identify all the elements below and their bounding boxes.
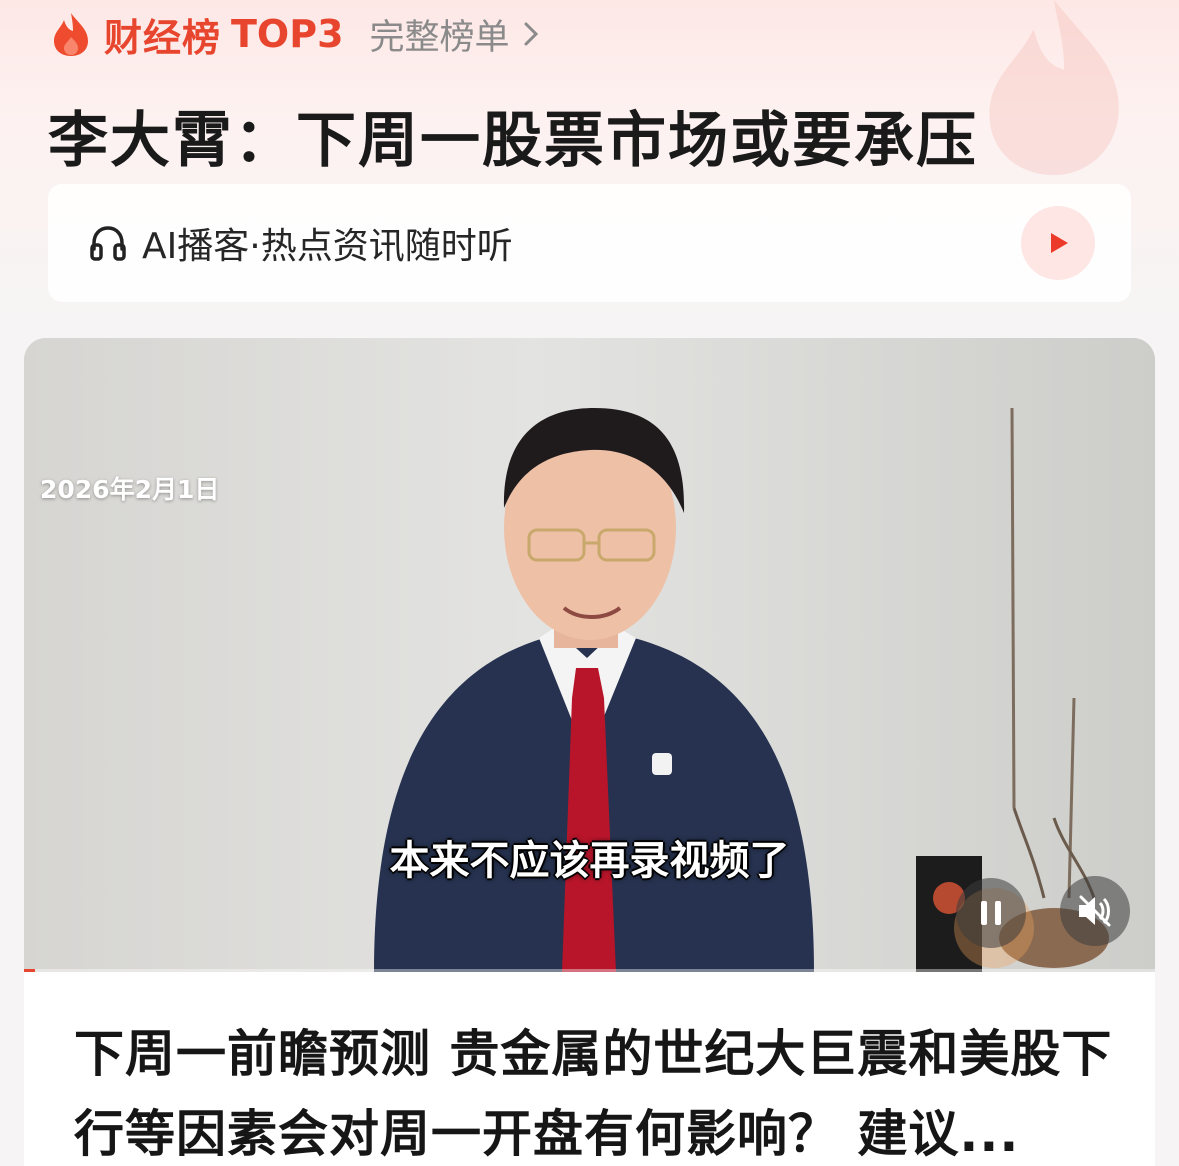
ai-podcast-bar[interactable]: AI播客·热点资讯随时听 — [48, 184, 1131, 302]
article-title[interactable]: 下周一前瞻预测 贵金属的世纪大巨震和美股下行等因素会对周一开盘有何影响？ 建议.… — [74, 1014, 1114, 1166]
headphone-icon — [90, 226, 126, 261]
podcast-label: AI播客·热点资讯随时听 — [142, 226, 513, 267]
video-date-watermark: 2026年2月1日 — [40, 475, 220, 504]
ranking-header: 财经榜 TOP3 完整榜单 — [50, 8, 540, 60]
page-title[interactable]: 李大霄：下周一股票市场或要承压 — [48, 92, 978, 179]
video-player[interactable]: 2026年2月1日 本来不应该再录视频了 — [24, 338, 1155, 972]
video-subtitle: 本来不应该再录视频了 — [389, 838, 790, 884]
flame-icon — [54, 13, 88, 56]
ranking-name: 财经榜 — [104, 15, 222, 60]
decorative-flame-background — [989, 0, 1119, 176]
full-list-label: 完整榜单 — [369, 17, 510, 58]
pause-icon — [981, 901, 1001, 925]
video-progress-bar[interactable] — [24, 969, 1155, 972]
video-progress-fill — [24, 969, 36, 972]
video-card[interactable]: 2026年2月1日 本来不应该再录视频了 下周一前瞻预测 贵金属的世纪大巨震和美… — [24, 338, 1155, 1166]
mute-icon — [1079, 895, 1111, 927]
ranking-position-tag: TOP3 — [231, 12, 344, 56]
mute-button[interactable] — [1060, 876, 1130, 946]
podcast-play-button[interactable] — [1021, 206, 1095, 280]
full-list-link[interactable]: 完整榜单 — [370, 9, 540, 60]
play-icon — [1051, 233, 1068, 253]
pause-button[interactable] — [956, 878, 1026, 948]
chevron-right-icon — [524, 22, 538, 46]
